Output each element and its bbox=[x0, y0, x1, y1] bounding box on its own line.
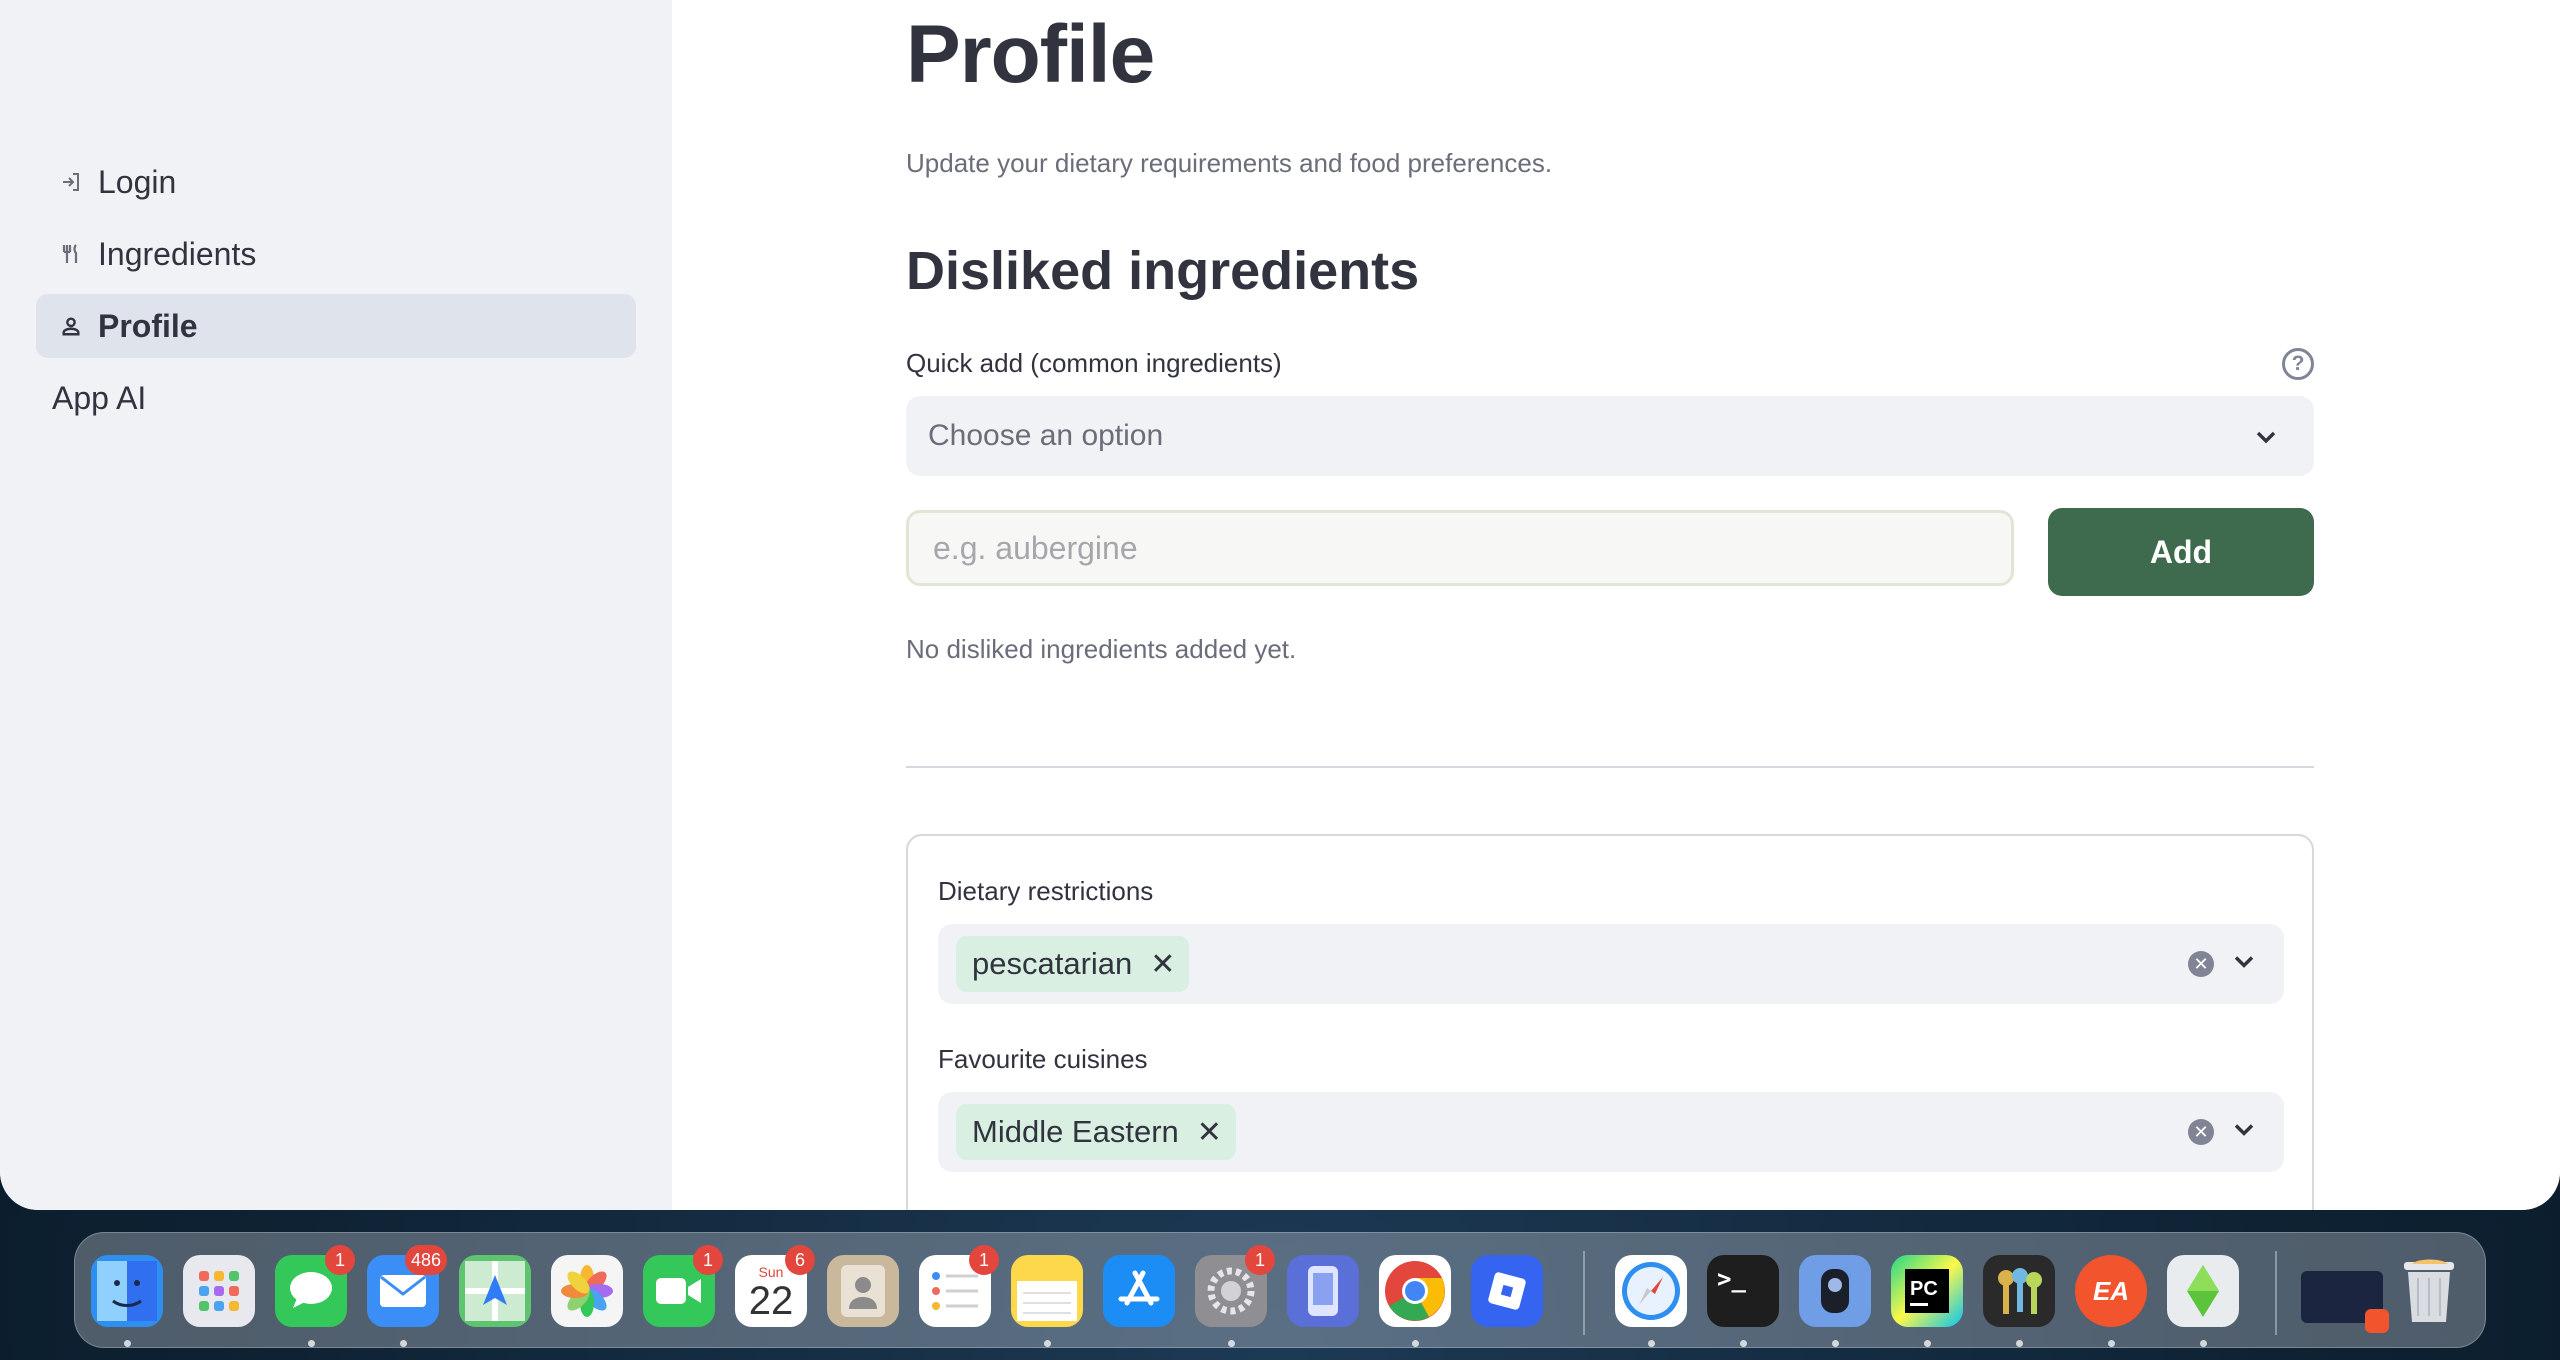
person-icon bbox=[54, 309, 88, 343]
svg-text:PC: PC bbox=[1910, 1278, 1938, 1300]
running-indicator bbox=[1740, 1340, 1747, 1347]
ingredient-input[interactable] bbox=[906, 510, 2014, 586]
notification-badge: 1 bbox=[969, 1245, 999, 1275]
recent-window-icon[interactable] bbox=[2301, 1271, 2389, 1333]
settings-icon[interactable]: 1 bbox=[1195, 1245, 1275, 1347]
remove-chip-icon[interactable]: ✕ bbox=[1197, 1115, 1222, 1150]
running-indicator bbox=[1648, 1340, 1655, 1347]
calendar-day: 22 bbox=[748, 1279, 794, 1323]
remove-chip-icon[interactable]: ✕ bbox=[1150, 947, 1175, 982]
chevron-down-icon[interactable] bbox=[2232, 954, 2256, 975]
roblox-icon[interactable] bbox=[1471, 1255, 1543, 1327]
running-indicator bbox=[1924, 1340, 1931, 1347]
quick-add-select[interactable]: Choose an option bbox=[906, 396, 2314, 476]
facetime-icon[interactable]: 1 bbox=[643, 1245, 723, 1327]
running-indicator bbox=[2200, 1340, 2207, 1347]
page-subtitle: Update your dietary requirements and foo… bbox=[906, 148, 1553, 178]
dock-separator bbox=[2275, 1251, 2277, 1335]
sidebar-item-label: Profile bbox=[98, 307, 198, 344]
keychain-icon[interactable] bbox=[1983, 1255, 2055, 1347]
running-indicator bbox=[1832, 1340, 1839, 1347]
running-indicator bbox=[1412, 1340, 1419, 1347]
notification-badge: 1 bbox=[693, 1245, 723, 1275]
favourite-cuisines-multiselect[interactable]: Middle Eastern ✕ ✕ bbox=[938, 1092, 2284, 1172]
dietary-restrictions-label: Dietary restrictions bbox=[938, 876, 1154, 906]
empty-message: No disliked ingredients added yet. bbox=[906, 634, 1297, 664]
messages-icon[interactable]: 1 bbox=[275, 1245, 355, 1347]
running-indicator bbox=[2016, 1340, 2023, 1347]
quick-add-label: Quick add (common ingredients) bbox=[906, 348, 1282, 378]
chip-label: pescatarian bbox=[972, 946, 1133, 981]
disliked-heading: Disliked ingredients bbox=[906, 241, 1420, 301]
calendar-icon[interactable]: Sun 22 6 bbox=[735, 1245, 815, 1327]
running-indicator bbox=[308, 1340, 315, 1347]
notification-badge: 1 bbox=[1245, 1245, 1275, 1275]
sidebar-item-app-ai[interactable]: App AI bbox=[36, 366, 636, 430]
trash-icon[interactable] bbox=[2393, 1255, 2465, 1327]
dietary-restrictions-multiselect[interactable]: pescatarian ✕ ✕ bbox=[938, 924, 2284, 1004]
running-indicator bbox=[1228, 1340, 1235, 1347]
clear-all-icon[interactable]: ✕ bbox=[2188, 1119, 2214, 1145]
simulator-icon[interactable] bbox=[1287, 1255, 1359, 1327]
sidebar-item-ingredients[interactable]: Ingredients bbox=[36, 222, 636, 286]
running-indicator bbox=[400, 1340, 407, 1347]
sidebar-item-label: App AI bbox=[52, 379, 147, 416]
finder-icon[interactable] bbox=[91, 1255, 163, 1347]
safari-icon[interactable] bbox=[1615, 1255, 1687, 1347]
help-icon[interactable]: ? bbox=[2282, 348, 2314, 380]
preferences-form: Dietary restrictions pescatarian ✕ ✕ Fav… bbox=[906, 834, 2314, 1210]
sidebar-nav: Login Ingredients Profile App AI bbox=[36, 150, 636, 438]
chip-pescatarian: pescatarian ✕ bbox=[956, 936, 1190, 992]
quick-add-placeholder: Choose an option bbox=[928, 419, 1164, 452]
sidebar-item-label: Login bbox=[98, 163, 177, 200]
sidebar-item-label: Ingredients bbox=[98, 235, 257, 272]
favourite-cuisines-label: Favourite cuisines bbox=[938, 1044, 1148, 1074]
fork-knife-icon bbox=[54, 237, 88, 271]
chevron-down-icon bbox=[2254, 419, 2278, 453]
add-button[interactable]: Add bbox=[2048, 508, 2314, 596]
terminal-icon[interactable]: >_ bbox=[1707, 1255, 1779, 1347]
sims-icon[interactable] bbox=[2167, 1255, 2239, 1347]
notes-icon[interactable] bbox=[1011, 1255, 1083, 1347]
notification-badge: 6 bbox=[785, 1245, 815, 1275]
main-content: Profile Update your dietary requirements… bbox=[672, 0, 2560, 1210]
ea-icon[interactable]: EA bbox=[2075, 1255, 2147, 1347]
running-indicator bbox=[124, 1340, 131, 1347]
clear-all-icon[interactable]: ✕ bbox=[2188, 951, 2214, 977]
login-icon bbox=[54, 165, 88, 199]
chip-label: Middle Eastern bbox=[972, 1114, 1179, 1149]
ollama-icon[interactable] bbox=[1799, 1255, 1871, 1347]
chrome-icon[interactable] bbox=[1379, 1255, 1451, 1347]
section-divider bbox=[906, 766, 2314, 768]
notification-badge: 486 bbox=[404, 1245, 447, 1275]
page-title: Profile bbox=[906, 9, 1155, 100]
launchpad-icon[interactable] bbox=[183, 1255, 255, 1327]
pycharm-icon[interactable]: PC bbox=[1891, 1255, 1963, 1347]
reminders-icon[interactable]: 1 bbox=[919, 1245, 999, 1327]
sidebar: Login Ingredients Profile App AI bbox=[0, 0, 672, 1210]
chevron-down-icon[interactable] bbox=[2232, 1122, 2256, 1143]
running-indicator bbox=[1044, 1340, 1051, 1347]
chip-middle-eastern: Middle Eastern ✕ bbox=[956, 1104, 1236, 1160]
calendar-weekday: Sun bbox=[758, 1264, 784, 1280]
app-window: Login Ingredients Profile App AI Profile bbox=[0, 0, 2560, 1210]
photos-icon[interactable] bbox=[551, 1255, 623, 1327]
contacts-icon[interactable] bbox=[827, 1255, 899, 1327]
app-store-icon[interactable] bbox=[1103, 1255, 1175, 1327]
notification-badge: 1 bbox=[325, 1245, 355, 1275]
sidebar-item-login[interactable]: Login bbox=[36, 150, 636, 214]
mail-icon[interactable]: 486 bbox=[367, 1245, 447, 1347]
dock-separator bbox=[1583, 1251, 1585, 1335]
sidebar-item-profile[interactable]: Profile bbox=[36, 294, 636, 358]
maps-icon[interactable] bbox=[459, 1255, 531, 1327]
dock: 1 486 1 Sun 22 6 1 1 >_ PC EA bbox=[74, 1232, 2486, 1348]
running-indicator bbox=[2108, 1340, 2115, 1347]
